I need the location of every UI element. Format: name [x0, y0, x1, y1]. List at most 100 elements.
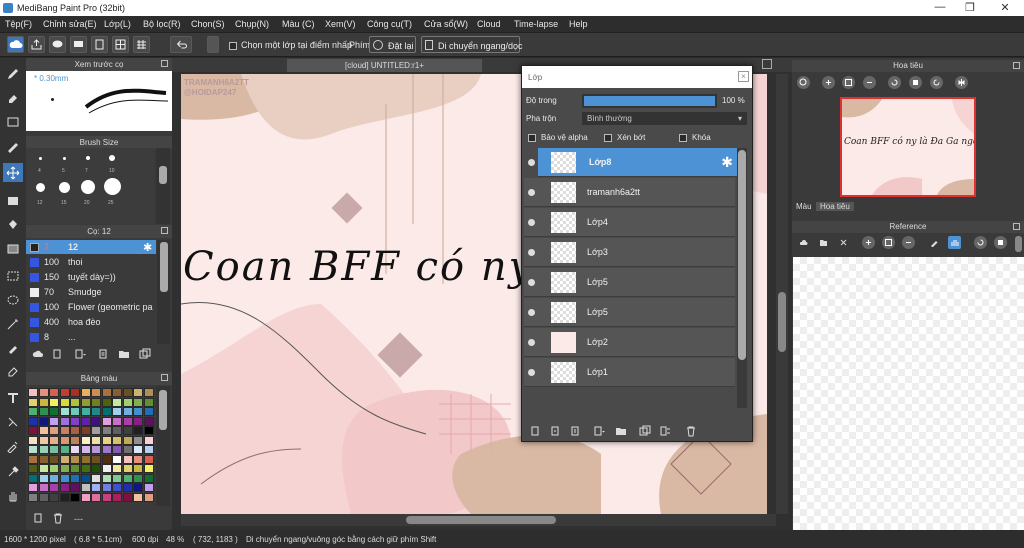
color-swatch[interactable] [122, 483, 133, 492]
color-swatch[interactable] [133, 388, 143, 397]
brush-item[interactable]: 150 tuyết dày=)) [26, 270, 156, 284]
color-swatch[interactable] [122, 388, 133, 397]
color-swatch[interactable] [49, 407, 59, 416]
layer-panel-titlebar[interactable]: Lớp × [522, 66, 752, 88]
color-swatch[interactable] [91, 397, 101, 407]
text-tool-icon[interactable] [3, 388, 23, 407]
divide-tool-icon[interactable] [3, 412, 23, 431]
color-swatch[interactable] [28, 426, 38, 435]
navigator-preview[interactable]: Coan BFF có ny là Đa Ga ngốn... [840, 97, 976, 197]
color-swatch[interactable] [122, 416, 133, 426]
clipping-checkbox[interactable] [604, 133, 612, 142]
color-swatch[interactable] [143, 407, 154, 416]
color-swatch[interactable] [80, 483, 91, 492]
color-swatch[interactable] [70, 435, 80, 445]
blend-mode-select[interactable]: Bình thường ▾ [582, 112, 747, 125]
layer-list-scrollbar[interactable] [737, 148, 747, 408]
color-swatch[interactable] [70, 407, 80, 416]
color-swatch[interactable] [49, 388, 59, 397]
new-brush-icon[interactable] [50, 347, 64, 360]
pipette-tool-icon[interactable] [3, 462, 23, 481]
maximize-panel-icon[interactable] [1013, 62, 1020, 69]
copy-brush-icon[interactable] [96, 347, 110, 360]
color-swatch[interactable] [112, 454, 122, 464]
color-swatch[interactable] [133, 416, 143, 426]
color-swatch[interactable] [28, 492, 38, 502]
color-swatch[interactable] [112, 483, 122, 492]
menu-help[interactable]: Help [569, 19, 588, 29]
fit-screen-icon[interactable] [842, 76, 855, 89]
maximize-panel-icon[interactable] [161, 227, 168, 234]
menu-edit[interactable]: Chỉnh sửa(E) [43, 19, 97, 29]
layer-scroll-thumb[interactable] [738, 150, 746, 360]
folder-icon[interactable] [614, 424, 628, 437]
menu-window[interactable]: Cửa sổ(W) [424, 19, 468, 29]
menu-select[interactable]: Chọn(S) [191, 19, 225, 29]
visibility-eye-icon[interactable] [528, 309, 535, 316]
eyedropper-icon[interactable] [928, 236, 941, 249]
color-swatch[interactable] [143, 483, 154, 492]
color-swatch[interactable] [143, 464, 154, 473]
share-icon[interactable] [28, 36, 45, 53]
duplicate-icon[interactable] [138, 347, 152, 360]
fit-screen-icon[interactable] [882, 236, 895, 249]
menu-layer[interactable]: Lớp(L) [104, 19, 131, 29]
color-swatch[interactable] [91, 492, 101, 502]
layer-row[interactable]: Lớp8 ✱ [538, 148, 737, 177]
hand-tool-icon[interactable] [3, 486, 23, 505]
color-swatch[interactable] [112, 426, 122, 435]
layer-row[interactable]: Lớp1 [524, 358, 735, 387]
color-swatch[interactable] [91, 388, 101, 397]
merge-down-icon[interactable] [658, 424, 672, 437]
pen-tool-icon[interactable] [3, 136, 23, 155]
color-swatch[interactable] [59, 483, 70, 492]
color-swatch[interactable] [143, 435, 154, 445]
color-swatch[interactable] [80, 407, 91, 416]
color-swatch[interactable] [133, 483, 143, 492]
visibility-eye-icon[interactable] [528, 279, 535, 286]
gradient-tool-icon[interactable] [3, 239, 23, 258]
color-swatch[interactable] [133, 397, 143, 407]
color-swatch[interactable] [80, 388, 91, 397]
color-swatch[interactable] [38, 483, 49, 492]
color-swatch[interactable] [91, 426, 101, 435]
color-swatch[interactable] [101, 407, 112, 416]
color-swatch[interactable] [122, 445, 133, 454]
move-tool-icon[interactable] [3, 163, 23, 182]
color-swatch[interactable] [122, 435, 133, 445]
brush-size-10[interactable] [109, 155, 115, 161]
zoom-out-icon[interactable] [902, 236, 915, 249]
brush-item[interactable]: 8... [26, 330, 156, 342]
color-swatch[interactable] [122, 454, 133, 464]
vertical-scroll-thumb[interactable] [778, 292, 786, 352]
close-icon[interactable] [837, 236, 850, 249]
brush-size-7[interactable] [86, 156, 90, 160]
duplicate-layer-icon[interactable] [638, 424, 652, 437]
lasso-tool-icon[interactable] [3, 290, 23, 309]
color-swatch[interactable] [80, 426, 91, 435]
canvas-horizontal-scrollbar[interactable] [181, 514, 776, 526]
opacity-slider[interactable] [582, 94, 717, 108]
menu-filter[interactable]: Bộ lọc(R) [143, 19, 181, 29]
color-swatch[interactable] [143, 473, 154, 483]
color-swatch[interactable] [143, 416, 154, 426]
new-8bit-layer-icon[interactable] [568, 424, 582, 437]
color-swatch[interactable] [49, 445, 59, 454]
color-swatch[interactable] [28, 464, 38, 473]
color-swatch[interactable] [49, 483, 59, 492]
color-swatch[interactable] [101, 464, 112, 473]
color-swatch[interactable] [133, 445, 143, 454]
reset-view-icon[interactable] [994, 236, 1007, 249]
layer-row[interactable]: Lớp2 [524, 328, 735, 357]
maximize-panel-icon[interactable] [1013, 223, 1020, 230]
color-swatch[interactable] [28, 416, 38, 426]
color-swatch[interactable] [133, 407, 143, 416]
color-swatch[interactable] [38, 492, 49, 502]
color-swatch[interactable] [101, 416, 112, 426]
visibility-eye-icon[interactable] [528, 249, 535, 256]
color-swatch[interactable] [28, 454, 38, 464]
trash-icon[interactable] [684, 424, 698, 437]
visibility-eye-icon[interactable] [528, 189, 535, 196]
color-swatch[interactable] [143, 388, 154, 397]
color-swatch[interactable] [28, 397, 38, 407]
